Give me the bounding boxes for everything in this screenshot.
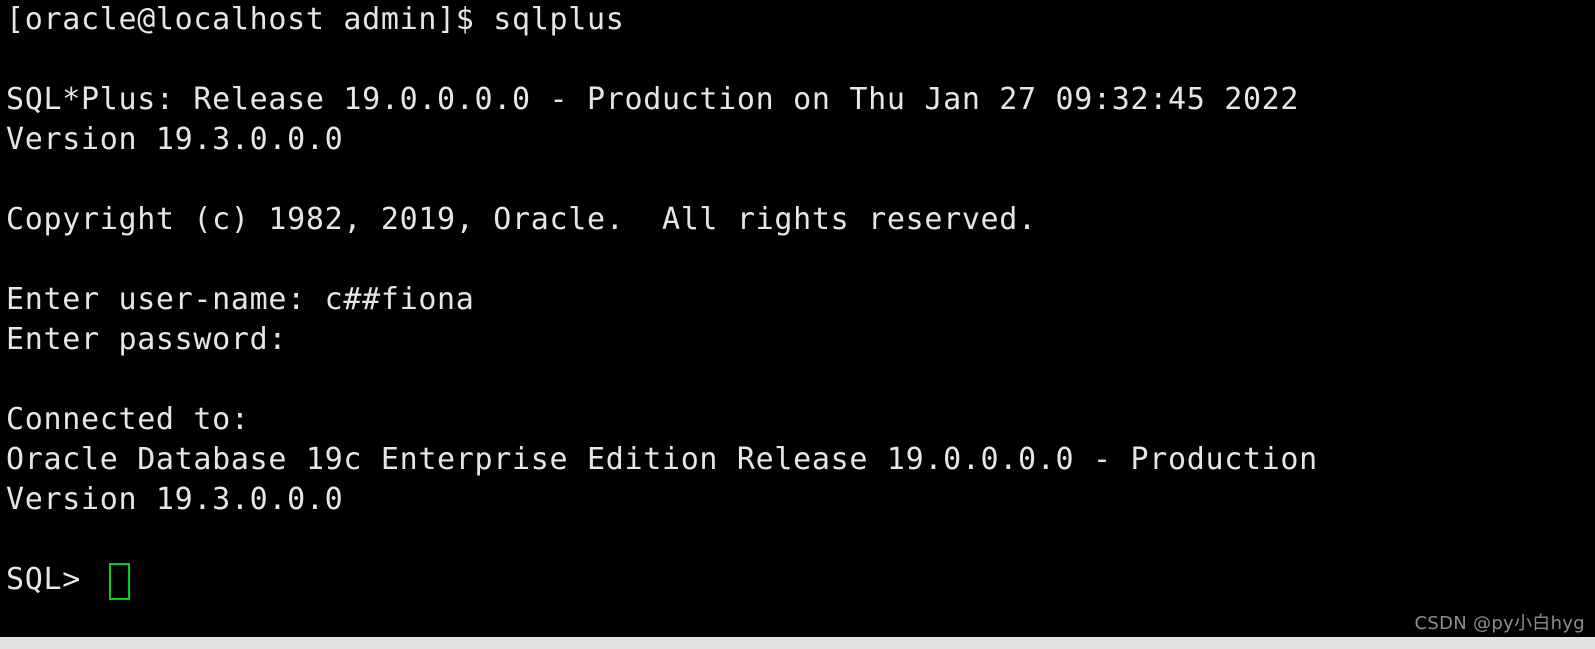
shell-prompt-command-line: [oracle@localhost admin]$ sqlplus [6, 2, 625, 37]
database-version-line: Version 19.3.0.0.0 [6, 482, 344, 517]
csdn-watermark: CSDN @py小白hyg [1414, 613, 1585, 634]
database-edition-line: Oracle Database 19c Enterprise Edition R… [6, 442, 1318, 477]
sql-prompt-label: SQL> [6, 562, 100, 597]
copyright-notice-line: Copyright (c) 1982, 2019, Oracle. All ri… [6, 202, 1037, 237]
connected-to-label-line: Connected to: [6, 402, 250, 437]
enter-username-line: Enter user-name: c##fiona [6, 282, 475, 317]
terminal-output-area[interactable]: [oracle@localhost admin]$ sqlplus SQL*Pl… [0, 0, 1595, 637]
bottom-strip [0, 637, 1595, 649]
sqlplus-banner-version-line: Version 19.3.0.0.0 [6, 122, 344, 157]
sqlplus-banner-release-line: SQL*Plus: Release 19.0.0.0.0 - Productio… [6, 82, 1300, 117]
sql-prompt-line[interactable]: SQL> [0, 560, 1595, 600]
text-cursor [108, 562, 130, 600]
enter-password-line: Enter password: [6, 322, 288, 357]
